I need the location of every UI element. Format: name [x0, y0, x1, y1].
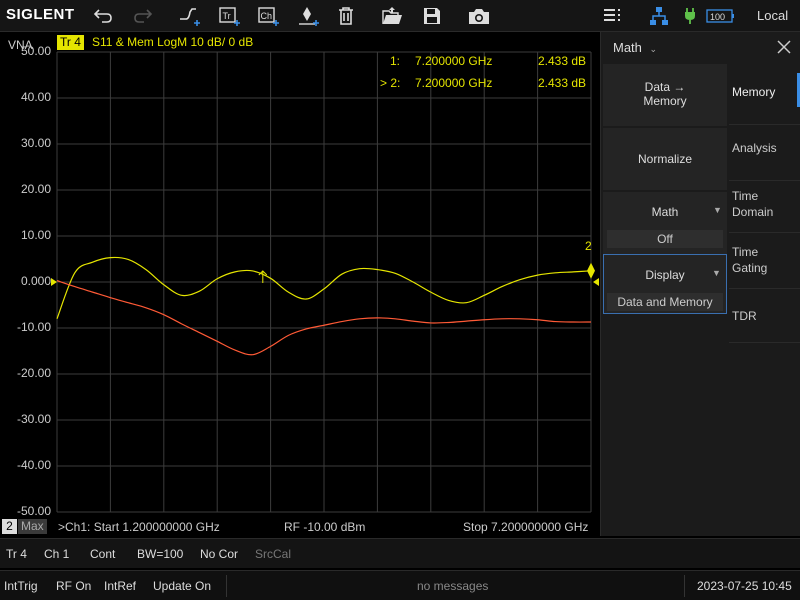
tab-divider — [729, 288, 800, 289]
status-ref[interactable]: IntRef — [104, 579, 136, 593]
marker-readout-1-id: 1: — [390, 54, 401, 68]
trace-markers — [51, 262, 599, 286]
trace-tag[interactable]: Tr 4 — [57, 35, 84, 50]
tab-memory[interactable]: Memory — [732, 84, 800, 100]
trace-plot — [51, 51, 599, 513]
status-update[interactable]: Update On — [153, 579, 211, 593]
channel-tab-number[interactable]: 2 — [2, 519, 17, 534]
redo-icon[interactable] — [130, 3, 156, 29]
siglent-logo: SIGLENT — [6, 6, 75, 23]
reference-level-right-icon — [593, 278, 599, 286]
status-divider — [226, 575, 227, 597]
marker-2-diamond-icon — [587, 262, 595, 279]
status-divider — [684, 575, 685, 597]
local-status: Local — [757, 8, 789, 23]
menu-icon[interactable] — [599, 3, 625, 29]
plot-area[interactable]: VNA Tr 4 S11 & Mem LogM 10 dB/ 0 dB 50.0… — [0, 32, 600, 536]
svg-text:Tr: Tr — [223, 11, 231, 21]
marker-readout-2-freq: 7.200000 GHz — [415, 76, 493, 90]
battery-level-text: 100 — [710, 12, 725, 22]
marker-readout-1-value: 2.433 dB — [538, 54, 587, 68]
trace-add-icon[interactable] — [177, 3, 203, 29]
open-icon[interactable] — [379, 3, 405, 29]
stop-frequency[interactable]: Stop 7.200000000 GHz — [463, 520, 588, 534]
marker-readout-2-value: 2.433 dB — [538, 76, 587, 90]
channel-icon[interactable]: Ch — [256, 3, 282, 29]
trace-menu-icon[interactable]: Tr — [217, 3, 243, 29]
display-label: Display — [645, 268, 685, 282]
math-dropdown-arrow-icon: ▼ — [713, 205, 722, 215]
status-trigger[interactable]: IntTrig — [4, 579, 38, 593]
tab-time-domain-line1: Time — [732, 189, 759, 203]
channel-status-bar: Tr 4 Ch 1 Cont BW=100 No Cor SrcCal — [0, 538, 800, 568]
y-tick-label: -20.00 — [16, 366, 51, 380]
marker-readout-2-id: > 2: — [380, 76, 401, 90]
tab-analysis[interactable]: Analysis — [732, 140, 800, 156]
tab-time-domain-line2: Domain — [732, 205, 774, 219]
tab-divider — [729, 124, 800, 125]
panel-title-text: Math — [613, 40, 642, 55]
reference-level-left-icon — [51, 278, 57, 286]
math-value: Off — [607, 230, 723, 248]
y-tick-label: -10.00 — [16, 320, 51, 334]
tab-time-domain[interactable]: Time Domain — [732, 188, 800, 220]
normalize-label: Normalize — [637, 152, 692, 166]
math-panel: Math ⌄ Data → Memory Normalize Math ▼ Of… — [600, 32, 800, 536]
battery-icon: 100 — [706, 3, 736, 29]
power-icon — [677, 3, 703, 29]
start-frequency[interactable]: >Ch1: Start 1.200000000 GHz — [58, 520, 220, 534]
y-tick-label: -50.00 — [16, 504, 51, 518]
y-tick-label: -30.00 — [16, 412, 51, 426]
status-srccal[interactable]: SrcCal — [255, 547, 291, 561]
data-to-memory-line2: Memory — [643, 94, 687, 108]
system-status-bar: IntTrig RF On IntRef Update On no messag… — [0, 570, 800, 600]
math-label: Math — [651, 205, 679, 219]
status-message: no messages — [417, 579, 489, 593]
top-toolbar: SIGLENT Tr Ch 100 Local — [0, 0, 800, 32]
svg-text:Ch: Ch — [261, 11, 273, 21]
data-to-memory-line1: Data → — [644, 80, 686, 94]
y-tick-label: 40.00 — [20, 90, 51, 104]
tab-divider — [729, 342, 800, 343]
plot-grid — [56, 51, 592, 513]
undo-icon[interactable] — [90, 3, 116, 29]
save-icon[interactable] — [419, 3, 445, 29]
y-tick-label: 50.00 — [20, 44, 51, 58]
y-tick-label: 10.00 — [20, 228, 51, 242]
display-dropdown-arrow-icon: ▼ — [712, 268, 721, 278]
status-correction[interactable]: No Cor — [200, 547, 238, 561]
tab-time-gating[interactable]: Time Gating — [732, 244, 800, 276]
tab-divider — [729, 180, 800, 181]
status-trace[interactable]: Tr 4 — [6, 547, 27, 561]
network-icon — [646, 3, 672, 29]
tab-divider — [729, 232, 800, 233]
marker-add-icon[interactable] — [296, 3, 322, 29]
status-datetime: 2023-07-25 10:45 — [697, 579, 792, 593]
y-tick-label: 30.00 — [20, 136, 51, 150]
tab-tdr[interactable]: TDR — [732, 308, 800, 324]
delete-icon[interactable] — [333, 3, 359, 29]
tab-time-gating-line2: Gating — [732, 261, 768, 275]
channel-tab-max[interactable]: Max — [18, 519, 47, 534]
data-to-memory-button[interactable]: Data → Memory — [603, 64, 727, 126]
status-sweep[interactable]: Cont — [90, 547, 115, 561]
marker-readout-1-freq: 7.200000 GHz — [415, 54, 493, 68]
close-icon[interactable] — [775, 38, 793, 56]
rf-power[interactable]: RF -10.00 dBm — [284, 520, 365, 534]
status-bandwidth[interactable]: BW=100 — [137, 547, 183, 561]
marker-2-label: 2 — [585, 239, 592, 253]
status-rf[interactable]: RF On — [56, 579, 91, 593]
panel-title[interactable]: Math ⌄ — [613, 40, 657, 55]
normalize-button[interactable]: Normalize — [603, 128, 727, 190]
y-tick-label: 0.000 — [20, 274, 51, 288]
tab-time-gating-line1: Time — [732, 245, 759, 259]
status-channel[interactable]: Ch 1 — [44, 547, 69, 561]
y-tick-label: 20.00 — [20, 182, 51, 196]
panel-header: Math ⌄ — [601, 32, 800, 62]
trace-info[interactable]: S11 & Mem LogM 10 dB/ 0 dB — [92, 35, 253, 50]
y-tick-label: -40.00 — [16, 458, 51, 472]
display-value: Data and Memory — [607, 293, 723, 311]
chevron-down-icon: ⌄ — [649, 44, 658, 54]
camera-icon[interactable] — [466, 3, 492, 29]
